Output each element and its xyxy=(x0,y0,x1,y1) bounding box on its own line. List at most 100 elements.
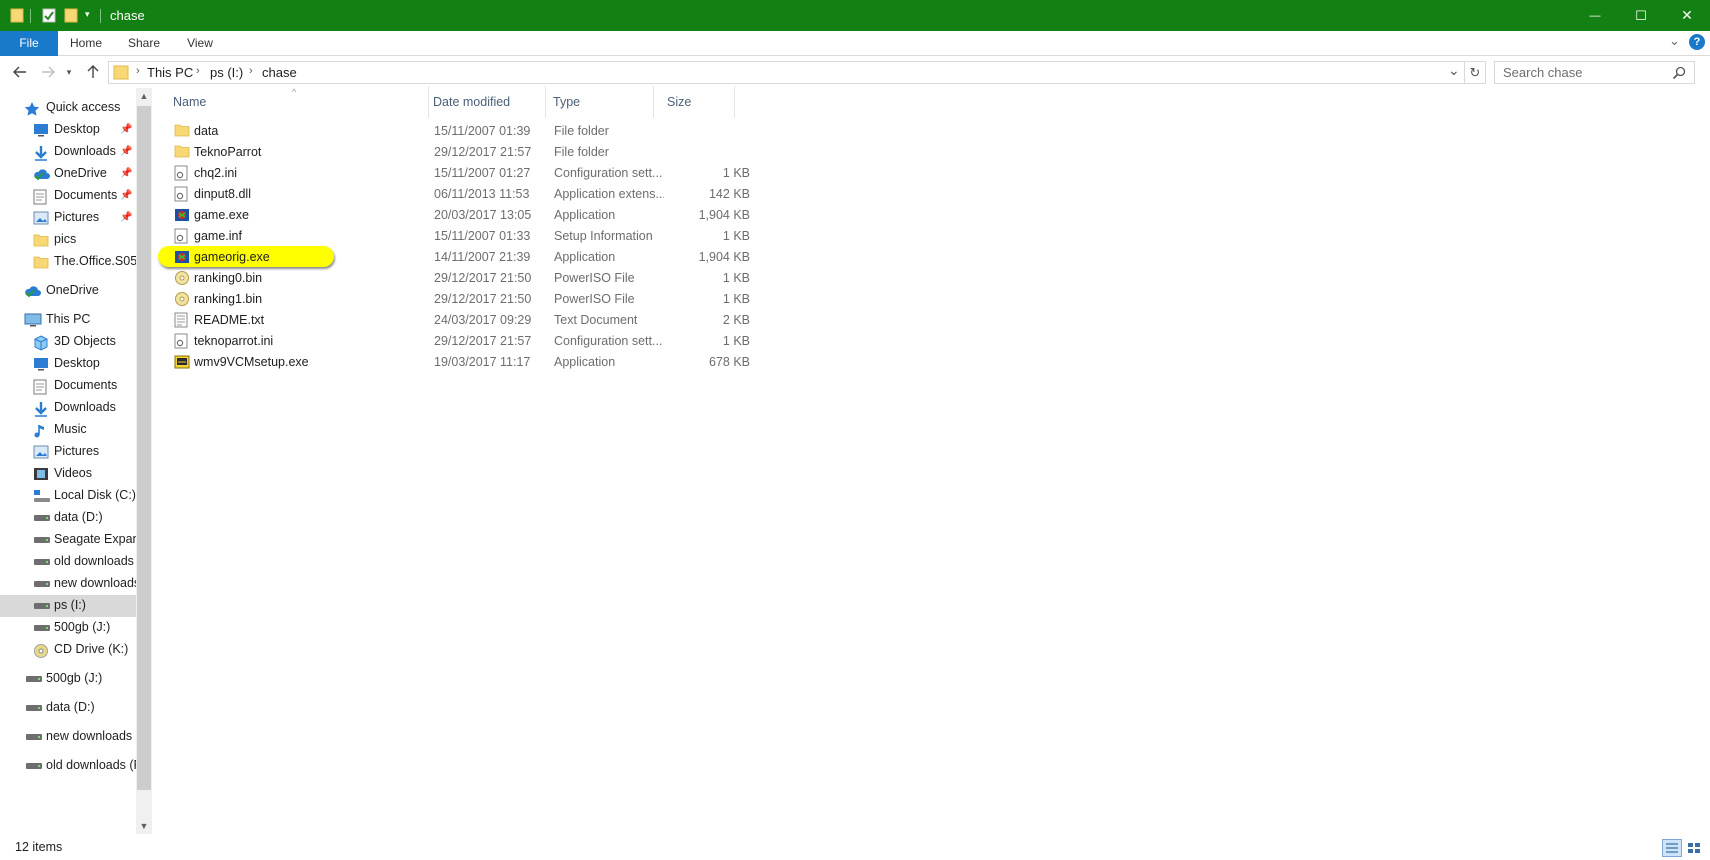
game-exe-icon xyxy=(174,207,190,223)
sidebar-item-seagate-expans[interactable]: Seagate Expans xyxy=(0,529,136,551)
tab-file[interactable]: File xyxy=(0,31,58,56)
close-button[interactable]: ✕ xyxy=(1664,0,1710,31)
sidebar-item-500gb-j[interactable]: 500gb (J:) xyxy=(0,668,136,690)
file-row-teknoparrot[interactable]: TeknoParrot 29/12/2017 21:57 File folder xyxy=(160,142,750,163)
close-icon: ✕ xyxy=(1681,7,1693,23)
file-row-readme-txt[interactable]: README.txt 24/03/2017 09:29 Text Document 2… xyxy=(160,310,750,331)
minimize-button[interactable]: — xyxy=(1572,0,1618,31)
sidebar-item-pictures[interactable]: Pictures xyxy=(0,441,136,463)
maximize-button[interactable]: ☐ xyxy=(1618,0,1664,31)
file-row-dinput8-dll[interactable]: dinput8.dll 06/11/2013 11:53 Application e… xyxy=(160,184,750,205)
sidebar-item-label: CD Drive (K:) xyxy=(54,642,129,656)
file-row-ranking0-bin[interactable]: ranking0.bin 29/12/2017 21:50 PowerISO Fil… xyxy=(160,268,750,289)
sidebar-item-cd-drive-k[interactable]: CD Drive (K:) xyxy=(0,639,136,661)
forward-button[interactable] xyxy=(37,61,59,83)
arrow-up-icon xyxy=(87,65,99,78)
expand-ribbon-icon[interactable]: ⌄ xyxy=(1669,33,1680,49)
details-view-button[interactable] xyxy=(1662,839,1682,857)
refresh-button[interactable]: ↻ xyxy=(1465,61,1486,84)
tab-home[interactable]: Home xyxy=(62,31,110,56)
file-row-wmv9vcmsetup-exe[interactable]: wmv9VCMsetup.exe 19/03/2017 11:17 Applicat… xyxy=(160,352,750,373)
sidebar-item-local-disk-c[interactable]: Local Disk (C:) xyxy=(0,485,136,507)
tab-view[interactable]: View xyxy=(176,31,224,56)
sidebar-item-data-d[interactable]: data (D:) xyxy=(0,507,136,529)
large-icons-view-button[interactable] xyxy=(1684,839,1704,857)
file-date: 15/11/2007 01:33 xyxy=(434,229,531,243)
sidebar-item-ps-i[interactable]: ps (I:) xyxy=(0,595,136,617)
file-date: 29/12/2017 21:50 xyxy=(434,292,532,306)
pin-icon[interactable]: 📌 xyxy=(120,146,132,157)
sidebar-item-music[interactable]: Music xyxy=(0,419,136,441)
breadcrumb-this-pc[interactable]: This PC xyxy=(147,65,193,80)
sidebar-item-documents[interactable]: Documents xyxy=(0,375,136,397)
properties-icon[interactable] xyxy=(42,7,56,23)
sidebar-item-data-d[interactable]: data (D:) xyxy=(0,697,136,719)
sidebar-item-documents[interactable]: Documents 📌 xyxy=(0,185,136,207)
file-row-gameorig-exe[interactable]: gameorig.exe 14/11/2007 21:39 Application 1… xyxy=(158,246,750,268)
sidebar-item-the-office-s05[interactable]: The.Office.S05. xyxy=(0,251,136,273)
back-button[interactable] xyxy=(9,61,31,83)
breadcrumb-drive[interactable]: ps (I:) xyxy=(210,65,243,80)
sidebar-item-downloads[interactable]: Downloads xyxy=(0,397,136,419)
address-bar[interactable]: › This PC › ps (I:) › chase ⌄ xyxy=(108,61,1465,84)
sidebar-item-label: 3D Objects xyxy=(54,334,116,348)
help-icon[interactable]: ? xyxy=(1689,34,1705,50)
sidebar-item-pictures[interactable]: Pictures 📌 xyxy=(0,207,136,229)
pin-icon[interactable]: 📌 xyxy=(120,124,132,135)
column-header-name[interactable]: Name ^ xyxy=(160,86,428,118)
sidebar-item-pics[interactable]: pics xyxy=(0,229,136,251)
column-divider[interactable] xyxy=(734,86,735,118)
maximize-icon: ☐ xyxy=(1635,7,1647,23)
navigation-scrollbar[interactable]: ▲ ▼ xyxy=(136,88,152,834)
sidebar-item-desktop[interactable]: Desktop 📌 xyxy=(0,119,136,141)
file-name: ranking1.bin xyxy=(194,292,263,306)
scrollbar-thumb[interactable] xyxy=(137,106,151,790)
folder-icon xyxy=(174,123,190,139)
tab-share[interactable]: Share xyxy=(118,31,170,56)
column-header-type[interactable]: Type xyxy=(540,86,650,118)
column-header-date[interactable]: Date modified xyxy=(420,86,538,118)
sidebar-item-label: Seagate Expans xyxy=(54,532,136,546)
customize-quick-access-icon[interactable]: ▾ xyxy=(85,9,90,20)
pin-icon[interactable]: 📌 xyxy=(120,212,132,223)
divider xyxy=(100,9,101,23)
address-dropdown-icon[interactable]: ⌄ xyxy=(1448,62,1460,79)
sidebar-item-this-pc[interactable]: This PC xyxy=(0,309,136,331)
file-row-data[interactable]: data 15/11/2007 01:39 File folder xyxy=(160,121,750,142)
sidebar-item-new-downloads[interactable]: new downloads xyxy=(0,573,136,595)
sidebar-item-500gb-j[interactable]: 500gb (J:) xyxy=(0,617,136,639)
file-size: 1 KB xyxy=(722,292,750,306)
title-bar: ▾ chase — ☐ ✕ xyxy=(0,0,1710,31)
breadcrumb-current-folder[interactable]: chase xyxy=(262,65,297,80)
pin-icon[interactable]: 📌 xyxy=(120,190,132,201)
up-button[interactable] xyxy=(82,61,104,83)
sidebar-item-onedrive[interactable]: OneDrive 📌 xyxy=(0,163,136,185)
sidebar-item-onedrive[interactable]: OneDrive xyxy=(0,280,136,302)
new-folder-icon[interactable] xyxy=(64,7,78,23)
file-row-game-exe[interactable]: game.exe 20/03/2017 13:05 Application 1,904… xyxy=(160,205,750,226)
scroll-down-icon[interactable]: ▼ xyxy=(136,818,152,834)
folder-icon[interactable] xyxy=(10,7,24,23)
sidebar-item-3d-objects[interactable]: 3D Objects xyxy=(0,331,136,353)
scroll-up-icon[interactable]: ▲ xyxy=(136,88,152,104)
sidebar-item-old-downloads-f[interactable]: old downloads (F xyxy=(0,755,136,777)
file-row-teknoparrot-ini[interactable]: teknoparrot.ini 29/12/2017 21:57 Configura… xyxy=(160,331,750,352)
search-icon[interactable] xyxy=(1672,66,1686,80)
sidebar-item-videos[interactable]: Videos xyxy=(0,463,136,485)
file-row-ranking1-bin[interactable]: ranking1.bin 29/12/2017 21:50 PowerISO Fil… xyxy=(160,289,750,310)
sidebar-item-label: Local Disk (C:) xyxy=(54,488,136,502)
windows-drive-icon xyxy=(33,489,50,503)
search-input[interactable] xyxy=(1494,61,1695,84)
pin-icon[interactable]: 📌 xyxy=(120,168,132,179)
sidebar-item-downloads[interactable]: Downloads 📌 xyxy=(0,141,136,163)
column-header-size[interactable]: Size xyxy=(654,86,734,118)
recent-locations-button[interactable]: ▾ xyxy=(62,61,76,83)
sidebar-item-new-downloads[interactable]: new downloads ( xyxy=(0,726,136,748)
file-row-game-inf[interactable]: game.inf 15/11/2007 01:33 Setup Informatio… xyxy=(160,226,750,247)
file-row-chq2-ini[interactable]: chq2.ini 15/11/2007 01:27 Configuration se… xyxy=(160,163,750,184)
folder-icon xyxy=(174,144,190,160)
sidebar-item-quick-access[interactable]: Quick access xyxy=(0,97,136,119)
sidebar-item-label: 500gb (J:) xyxy=(54,620,111,634)
sidebar-item-old-downloads[interactable]: old downloads xyxy=(0,551,136,573)
sidebar-item-desktop[interactable]: Desktop xyxy=(0,353,136,375)
